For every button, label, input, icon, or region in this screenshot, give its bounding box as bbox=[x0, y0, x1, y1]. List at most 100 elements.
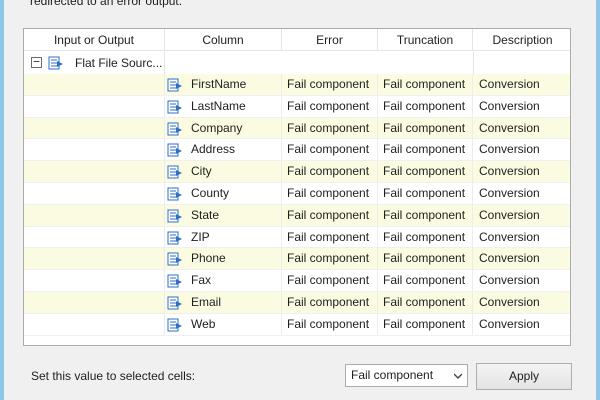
window-border-right bbox=[596, 0, 600, 400]
truncation-cell[interactable]: Fail component bbox=[378, 74, 473, 95]
header-truncation[interactable]: Truncation bbox=[378, 29, 473, 51]
table-row[interactable]: FirstName Fail component Fail component Con… bbox=[24, 74, 570, 96]
column-arrow-icon bbox=[167, 100, 182, 114]
column-name: Phone bbox=[191, 251, 226, 266]
error-action-select[interactable]: Fail component bbox=[345, 364, 468, 387]
description-cell: Conversion bbox=[479, 229, 540, 244]
truncation-cell[interactable]: Fail component bbox=[378, 291, 473, 313]
window-border-left bbox=[0, 0, 4, 400]
error-cell[interactable]: Fail component bbox=[282, 204, 378, 226]
description-cell: Conversion bbox=[479, 185, 540, 200]
column-cell[interactable]: LastName bbox=[165, 95, 282, 117]
input-output-cell bbox=[24, 204, 165, 226]
header-column[interactable]: Column bbox=[165, 29, 282, 51]
instruction-text: redirected to an error output. bbox=[30, 0, 183, 8]
truncation-cell[interactable]: Fail component bbox=[378, 139, 473, 161]
column-name: County bbox=[191, 185, 230, 200]
table-row[interactable]: State Fail component Fail component Convers… bbox=[24, 204, 570, 227]
input-output-cell bbox=[24, 182, 165, 204]
input-output-cell bbox=[24, 161, 165, 183]
column-cell[interactable]: Phone bbox=[165, 248, 282, 270]
input-output-cell bbox=[24, 248, 165, 270]
table-row[interactable]: Address Fail component Fail component Conve… bbox=[24, 139, 570, 162]
truncation-cell[interactable]: Fail component bbox=[378, 313, 473, 335]
truncation-cell[interactable]: Fail component bbox=[378, 117, 473, 139]
truncation-cell[interactable]: Fail component bbox=[378, 226, 473, 248]
apply-button[interactable]: Apply bbox=[476, 363, 572, 390]
error-cell[interactable]: Fail component bbox=[282, 139, 378, 161]
column-cell[interactable]: Web bbox=[165, 313, 282, 335]
description-cell: Conversion bbox=[479, 294, 540, 309]
table-row[interactable]: ZIP Fail component Fail component Conversio… bbox=[24, 226, 570, 249]
table-row[interactable]: City Fail component Fail component Conversi… bbox=[24, 161, 570, 183]
error-cell[interactable]: Fail component bbox=[282, 117, 378, 139]
column-arrow-icon bbox=[167, 143, 182, 157]
truncation-cell[interactable]: Fail component bbox=[378, 95, 473, 117]
column-arrow-icon bbox=[167, 274, 182, 288]
collapse-icon[interactable]: − bbox=[31, 56, 42, 68]
error-cell[interactable]: Fail component bbox=[282, 95, 378, 117]
error-cell[interactable]: Fail component bbox=[282, 161, 378, 183]
column-name: Web bbox=[191, 316, 216, 331]
input-output-cell bbox=[24, 139, 165, 161]
input-output-cell bbox=[24, 95, 165, 117]
column-arrow-icon bbox=[167, 78, 182, 92]
column-name: LastName bbox=[191, 98, 246, 113]
column-arrow-icon bbox=[167, 165, 182, 179]
column-cell[interactable]: State bbox=[165, 204, 282, 226]
table-row[interactable]: Company Fail component Fail component Conve… bbox=[24, 117, 570, 140]
column-arrow-icon bbox=[167, 296, 182, 310]
column-cell[interactable]: Email bbox=[165, 291, 282, 313]
column-rows: FirstName Fail component Fail component Con… bbox=[24, 74, 570, 336]
error-cell[interactable]: Fail component bbox=[282, 248, 378, 270]
column-name: Email bbox=[191, 294, 222, 309]
table-row[interactable]: Phone Fail component Fail component Convers… bbox=[24, 248, 570, 271]
column-name: Fax bbox=[191, 273, 212, 288]
table-row[interactable]: Fax Fail component Fail component Conversio… bbox=[24, 270, 570, 292]
column-cell[interactable]: Address bbox=[165, 139, 282, 161]
column-cell[interactable]: Company bbox=[165, 117, 282, 139]
description-cell: Conversion bbox=[479, 251, 540, 266]
column-cell[interactable]: ZIP bbox=[165, 226, 282, 248]
column-arrow-icon bbox=[167, 187, 182, 201]
input-output-cell bbox=[24, 226, 165, 248]
header-description[interactable]: Description bbox=[473, 29, 570, 51]
source-row: − Flat File Sourc... bbox=[24, 52, 570, 74]
table-row[interactable]: Web Fail component Fail component Conversio… bbox=[24, 313, 570, 336]
column-arrow-icon bbox=[167, 122, 182, 136]
table-row[interactable]: Email Fail component Fail component Convers… bbox=[24, 291, 570, 314]
set-value-label: Set this value to selected cells: bbox=[31, 369, 196, 383]
truncation-cell[interactable]: Fail component bbox=[378, 248, 473, 270]
column-name: Address bbox=[191, 142, 236, 157]
column-name: Company bbox=[191, 120, 243, 135]
error-cell[interactable]: Fail component bbox=[282, 226, 378, 248]
column-arrow-icon bbox=[167, 231, 182, 245]
header-error[interactable]: Error bbox=[282, 29, 378, 51]
description-cell: Conversion bbox=[479, 207, 540, 222]
description-cell: Conversion bbox=[479, 316, 540, 331]
truncation-cell[interactable]: Fail component bbox=[378, 161, 473, 183]
error-cell[interactable]: Fail component bbox=[282, 270, 378, 292]
source-label[interactable]: Flat File Sourc... bbox=[75, 52, 162, 74]
column-cell[interactable]: City bbox=[165, 161, 282, 183]
table-row[interactable]: LastName Fail component Fail component Conv… bbox=[24, 95, 570, 118]
error-output-grid: Input or Output Column Error Truncation … bbox=[23, 28, 571, 346]
table-row[interactable]: County Fail component Fail component Conver… bbox=[24, 182, 570, 205]
truncation-cell[interactable]: Fail component bbox=[378, 204, 473, 226]
header-input-or-output[interactable]: Input or Output bbox=[24, 29, 165, 51]
truncation-cell[interactable]: Fail component bbox=[378, 270, 473, 292]
description-cell: Conversion bbox=[479, 98, 540, 113]
error-cell[interactable]: Fail component bbox=[282, 74, 378, 95]
error-cell[interactable]: Fail component bbox=[282, 291, 378, 313]
error-cell[interactable]: Fail component bbox=[282, 182, 378, 204]
column-name: City bbox=[191, 164, 212, 179]
description-cell: Conversion bbox=[479, 77, 540, 91]
column-cell[interactable]: Fax bbox=[165, 270, 282, 292]
column-cell[interactable]: FirstName bbox=[165, 74, 282, 95]
source-cell: − Flat File Sourc... bbox=[24, 52, 165, 74]
error-cell[interactable]: Fail component bbox=[282, 313, 378, 335]
input-output-cell bbox=[24, 74, 165, 95]
truncation-cell[interactable]: Fail component bbox=[378, 182, 473, 204]
column-cell[interactable]: County bbox=[165, 182, 282, 204]
description-cell: Conversion bbox=[479, 142, 540, 157]
